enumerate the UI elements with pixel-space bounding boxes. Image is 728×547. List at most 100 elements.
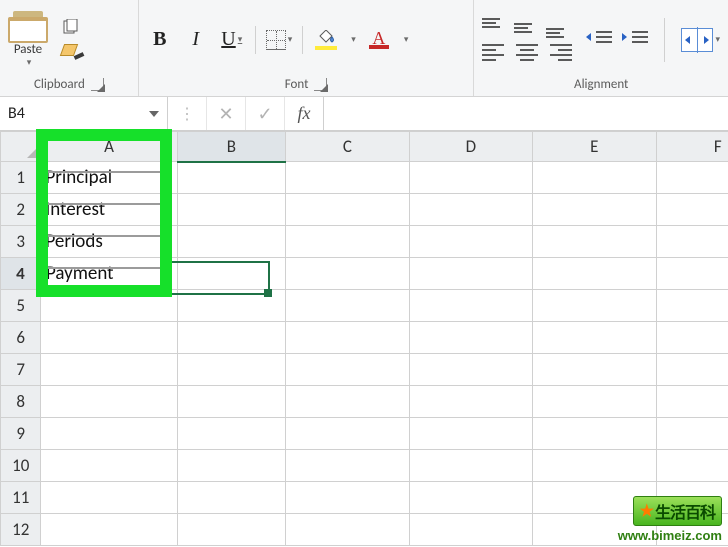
cell[interactable] xyxy=(656,386,728,418)
increase-indent-button[interactable] xyxy=(622,27,648,47)
row-header[interactable]: 3 xyxy=(1,226,41,258)
cell[interactable] xyxy=(177,482,286,514)
cell[interactable] xyxy=(533,226,656,258)
name-box[interactable]: B4 xyxy=(0,97,168,130)
cell[interactable] xyxy=(41,418,177,450)
cell[interactable] xyxy=(177,418,286,450)
cell[interactable] xyxy=(286,514,409,546)
row-header[interactable]: 8 xyxy=(1,386,41,418)
cell[interactable] xyxy=(409,322,532,354)
chevron-down-icon[interactable] xyxy=(149,111,159,117)
cell[interactable] xyxy=(656,290,728,322)
chevron-down-icon[interactable]: ▾ xyxy=(404,34,409,45)
row-header[interactable]: 6 xyxy=(1,322,41,354)
grid[interactable]: A B C D E F 1 Principal 2 Interest xyxy=(0,131,728,546)
cell[interactable] xyxy=(409,258,532,290)
cell[interactable] xyxy=(41,386,177,418)
cell[interactable] xyxy=(533,322,656,354)
cell[interactable] xyxy=(286,162,409,194)
row-header[interactable]: 9 xyxy=(1,418,41,450)
row-header[interactable]: 4 xyxy=(1,258,41,290)
cell[interactable] xyxy=(41,290,177,322)
cell[interactable] xyxy=(533,386,656,418)
cell[interactable] xyxy=(41,322,177,354)
cell[interactable] xyxy=(286,418,409,450)
cell[interactable] xyxy=(41,514,177,546)
cell[interactable] xyxy=(656,162,728,194)
chevron-down-icon[interactable]: ▾ xyxy=(715,34,720,45)
chevron-down-icon[interactable]: ▾ xyxy=(238,34,243,45)
cell[interactable]: Interest xyxy=(41,194,177,226)
cell[interactable] xyxy=(177,450,286,482)
cell[interactable] xyxy=(409,418,532,450)
italic-button[interactable]: I xyxy=(183,27,209,53)
dialog-launcher-icon[interactable] xyxy=(314,78,327,91)
cell[interactable] xyxy=(41,354,177,386)
dialog-launcher-icon[interactable] xyxy=(91,78,104,91)
cell[interactable] xyxy=(177,258,286,290)
align-right-button[interactable] xyxy=(546,44,572,62)
cell[interactable] xyxy=(409,482,532,514)
cell[interactable] xyxy=(656,354,728,386)
cell[interactable] xyxy=(286,354,409,386)
cell[interactable] xyxy=(656,194,728,226)
align-top-button[interactable] xyxy=(482,18,508,38)
align-bottom-button[interactable] xyxy=(546,18,572,38)
insert-function-button[interactable]: fx xyxy=(285,97,324,130)
formula-input[interactable] xyxy=(324,97,728,130)
cell[interactable] xyxy=(533,450,656,482)
cell[interactable]: Periods xyxy=(41,226,177,258)
cell[interactable] xyxy=(533,418,656,450)
cell[interactable] xyxy=(286,258,409,290)
paste-button[interactable]: Paste ▾ xyxy=(8,11,48,67)
column-header[interactable]: B xyxy=(177,132,286,162)
cell[interactable] xyxy=(656,226,728,258)
align-center-button[interactable] xyxy=(514,44,540,62)
cell[interactable]: Principal xyxy=(41,162,177,194)
chevron-down-icon[interactable]: ▾ xyxy=(351,34,356,45)
cell[interactable] xyxy=(177,162,286,194)
row-header[interactable]: 10 xyxy=(1,450,41,482)
cell[interactable] xyxy=(656,450,728,482)
chevron-down-icon[interactable]: ▾ xyxy=(288,34,293,45)
fill-color-button[interactable] xyxy=(313,27,339,53)
cell[interactable] xyxy=(656,258,728,290)
cell[interactable] xyxy=(177,194,286,226)
cell[interactable] xyxy=(177,226,286,258)
formula-options-button[interactable]: ⋮ xyxy=(168,97,207,130)
cell[interactable] xyxy=(533,162,656,194)
cell[interactable] xyxy=(409,194,532,226)
font-color-button[interactable]: A xyxy=(366,27,392,53)
decrease-indent-button[interactable] xyxy=(586,27,612,47)
row-header[interactable]: 5 xyxy=(1,290,41,322)
cell[interactable] xyxy=(409,450,532,482)
cell[interactable] xyxy=(533,290,656,322)
cell[interactable] xyxy=(177,290,286,322)
cell[interactable] xyxy=(286,290,409,322)
row-header[interactable]: 11 xyxy=(1,482,41,514)
row-header[interactable]: 12 xyxy=(1,514,41,546)
column-header[interactable]: F xyxy=(656,132,728,162)
cell[interactable] xyxy=(41,450,177,482)
cell[interactable] xyxy=(177,386,286,418)
cell[interactable]: Payment xyxy=(41,258,177,290)
borders-button[interactable]: ▾ xyxy=(266,27,293,53)
row-header[interactable]: 2 xyxy=(1,194,41,226)
cell[interactable] xyxy=(286,386,409,418)
cell[interactable] xyxy=(177,514,286,546)
select-all-corner[interactable] xyxy=(1,132,41,162)
cell[interactable] xyxy=(409,226,532,258)
cell[interactable] xyxy=(409,354,532,386)
cell[interactable] xyxy=(41,482,177,514)
cell[interactable] xyxy=(409,162,532,194)
underline-button[interactable]: U ▾ xyxy=(219,27,245,53)
row-header[interactable]: 7 xyxy=(1,354,41,386)
cell[interactable] xyxy=(656,418,728,450)
copy-button[interactable] xyxy=(60,17,82,37)
cell[interactable] xyxy=(177,354,286,386)
cell[interactable] xyxy=(533,354,656,386)
align-left-button[interactable] xyxy=(482,44,508,62)
bold-button[interactable]: B xyxy=(147,27,173,53)
column-header[interactable]: C xyxy=(286,132,409,162)
cell[interactable] xyxy=(656,322,728,354)
